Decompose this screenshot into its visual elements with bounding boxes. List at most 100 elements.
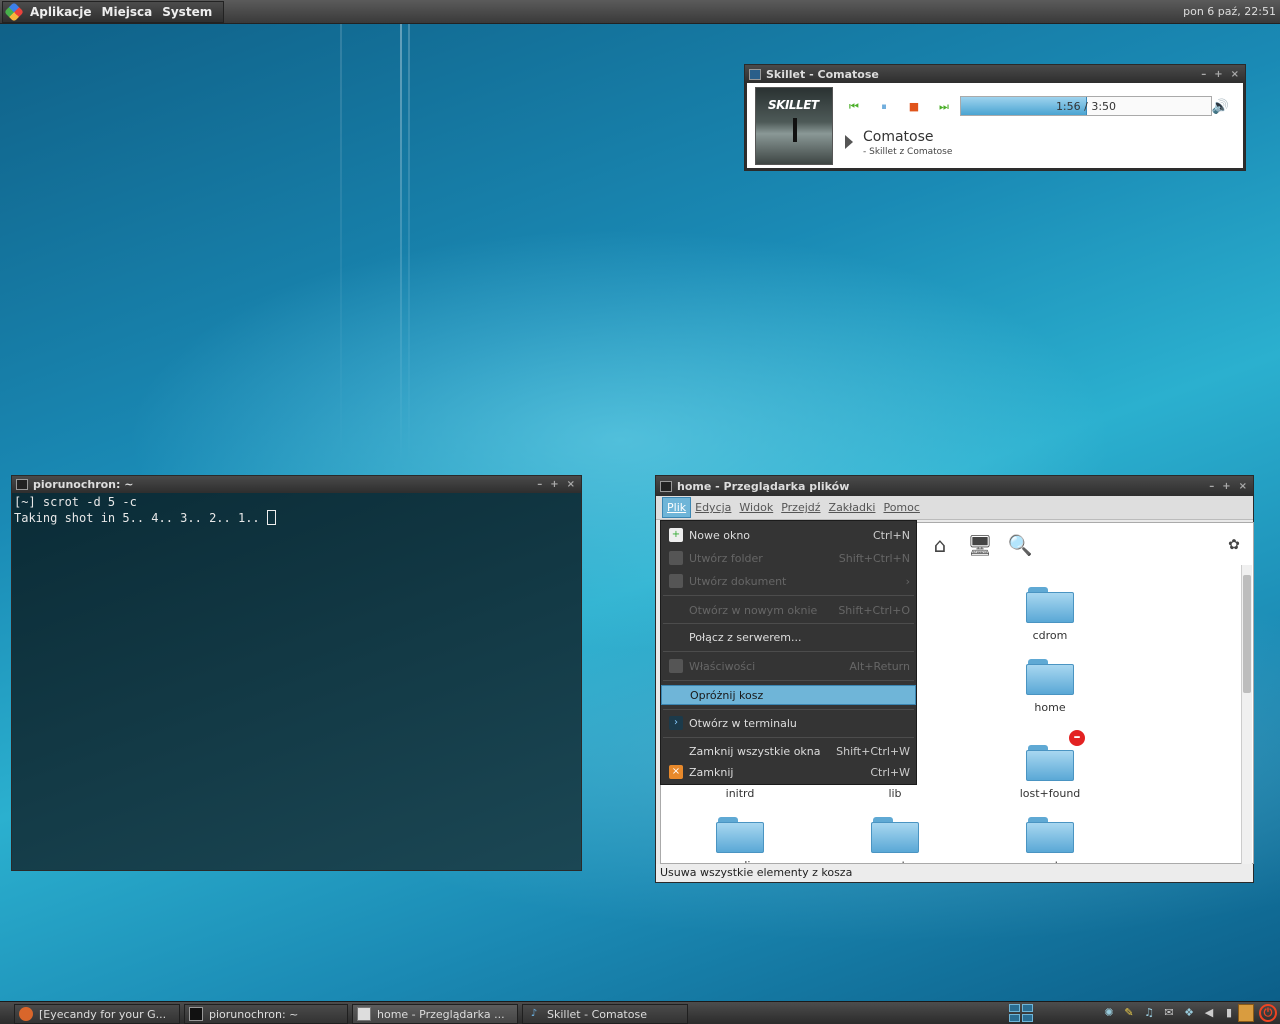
menu-bookmarks[interactable]: Zakładki (825, 498, 880, 517)
music-note-icon (749, 68, 761, 80)
seek-bar[interactable]: 1:56 / 3:50 (960, 96, 1212, 116)
folder-label: home (1034, 701, 1066, 714)
menu-places[interactable]: Miejsca (97, 5, 158, 19)
search-icon[interactable]: 🔍 (1007, 532, 1033, 558)
bottom-panel: [Eyecandy for your G... piorunochron: ~ … (0, 1001, 1280, 1024)
pause-icon[interactable]: ⏸ (877, 101, 891, 113)
menu-item-properties[interactable]: Właściwości Alt+Return (661, 656, 916, 676)
menu-go[interactable]: Przejdź (777, 498, 824, 517)
menu-item-open-terminal[interactable]: › Otwórz w terminalu (661, 713, 916, 733)
minimize-button[interactable]: – (1201, 69, 1206, 80)
fm-toolbar: ⌂ 🖥 🔍 ✿ (917, 527, 1253, 563)
power-icon[interactable]: ⏻ (1259, 1004, 1277, 1022)
music-tray-icon[interactable]: ♫ (1142, 1005, 1156, 1021)
close-button[interactable]: × (567, 479, 575, 490)
folder-icon (1026, 659, 1074, 695)
minimize-button[interactable]: – (537, 479, 542, 490)
folder-label: opt (1041, 859, 1059, 863)
terminal-window-title: piorunochron: ~ (33, 478, 134, 491)
mail-icon[interactable]: ✉ (1162, 1005, 1176, 1021)
document-new-icon (669, 574, 683, 588)
dropbox-icon[interactable]: ❖ (1182, 1005, 1196, 1021)
taskbar-button[interactable]: ♪ Skillet - Comatose (522, 1004, 688, 1024)
folder-label: lib (888, 787, 902, 800)
fm-titlebar[interactable]: home - Przeglądarka plików – + × (656, 476, 1253, 496)
taskbar-label: piorunochron: ~ (209, 1007, 299, 1021)
taskbar-label: Skillet - Comatose (547, 1007, 647, 1021)
maximize-button[interactable]: + (550, 479, 558, 490)
folder-item[interactable]: mnt (850, 817, 940, 863)
player-titlebar[interactable]: Skillet - Comatose – + × (745, 65, 1245, 83)
menu-item-label: Zamknij wszystkie okna (689, 744, 821, 758)
firefox-icon (19, 1007, 33, 1021)
menu-item-create-folder[interactable]: Utwórz folder Shift+Ctrl+N (661, 548, 916, 568)
terminal-titlebar[interactable]: piorunochron: ~ – + × (12, 476, 581, 493)
fm-scrollbar[interactable] (1241, 565, 1252, 865)
menu-item-open-new-window[interactable]: Otwórz w nowym oknie Shift+Ctrl+O (661, 600, 916, 620)
maximize-button[interactable]: + (1222, 481, 1230, 492)
volume-icon[interactable]: 🔊 (1212, 99, 1229, 115)
blank-icon (669, 630, 683, 644)
pager-column (1009, 1004, 1020, 1022)
clock[interactable]: pon 6 paź, 22:51 (1183, 5, 1276, 18)
taskbar-button[interactable]: home - Przeglądarka ... (352, 1004, 518, 1024)
taskbar-button[interactable]: piorunochron: ~ (184, 1004, 348, 1024)
player-window-title: Skillet - Comatose (766, 67, 879, 81)
close-button[interactable]: × (1239, 481, 1247, 492)
menu-item-new-window[interactable]: + Nowe okno Ctrl+N (661, 525, 916, 545)
no-entry-icon: – (1067, 728, 1087, 748)
menu-separator (663, 680, 914, 681)
folder-item[interactable]: home (1005, 659, 1095, 714)
folder-item[interactable]: opt (1005, 817, 1095, 863)
workspace-3[interactable] (1009, 1014, 1020, 1022)
next-icon[interactable]: ⏭ (937, 101, 951, 113)
menu-item-connect-server[interactable]: Połącz z serwerem... (661, 627, 916, 647)
seek-bar-time: 1:56 / 3:50 (1055, 100, 1117, 113)
terminal-window: piorunochron: ~ – + × [~] scrot -d 5 -c … (11, 475, 582, 871)
workspace-switcher[interactable] (1009, 1004, 1033, 1022)
folder-new-icon (669, 551, 683, 565)
settings-gear-icon[interactable]: ✺ (1102, 1005, 1116, 1021)
close-button[interactable]: × (1231, 69, 1239, 80)
menu-help[interactable]: Pomoc (879, 498, 923, 517)
play-triangle-icon[interactable] (845, 135, 853, 149)
stop-icon[interactable]: ■ (907, 101, 921, 113)
blank-icon (669, 603, 683, 617)
folder-item[interactable]: lost+found (1005, 745, 1095, 800)
fm-scrollbar-thumb[interactable] (1243, 575, 1251, 693)
distro-logo-icon[interactable] (3, 1, 25, 22)
workspace-4[interactable] (1022, 1014, 1033, 1022)
menu-item-label: Właściwości (689, 659, 756, 673)
submenu-arrow-icon: › (905, 574, 910, 588)
album-art: SKILLET (755, 87, 833, 165)
minimize-button[interactable]: – (1209, 481, 1214, 492)
menu-file[interactable]: Plik (662, 497, 692, 518)
workspace-1[interactable] (1009, 1004, 1020, 1012)
menu-system[interactable]: System (157, 5, 217, 19)
computer-icon[interactable]: 🖥 (967, 532, 993, 558)
album-art-logo: SKILLET (768, 98, 819, 112)
blank-icon (669, 744, 683, 758)
folder-item[interactable]: cdrom (1005, 587, 1095, 642)
menu-edit[interactable]: Edycja (691, 498, 735, 517)
menu-item-create-document[interactable]: Utwórz dokument › (661, 571, 916, 591)
previous-icon[interactable]: ⏮ (847, 101, 861, 113)
taskbar-label: [Eyecandy for your G... (39, 1007, 167, 1021)
maximize-button[interactable]: + (1214, 69, 1222, 80)
terminal-line: Taking shot in 5.. 4.. 3.. 2.. 1.. (14, 511, 267, 525)
terminal-output[interactable]: [~] scrot -d 5 -c Taking shot in 5.. 4..… (12, 493, 581, 528)
menu-item-close[interactable]: × Zamknij Ctrl+W (661, 762, 916, 782)
folder-item[interactable]: media (695, 817, 785, 863)
menu-item-empty-trash[interactable]: Opróżnij kosz (661, 685, 916, 705)
notes-icon[interactable]: ✎ (1122, 1005, 1136, 1021)
taskbar-button[interactable]: [Eyecandy for your G... (14, 1004, 180, 1024)
network-icon[interactable]: ▮ (1222, 1005, 1236, 1021)
workspace-2[interactable] (1022, 1004, 1033, 1012)
menu-view[interactable]: Widok (735, 498, 777, 517)
menu-applications[interactable]: Aplikacje (25, 5, 97, 19)
home-folder-icon[interactable] (1238, 1004, 1254, 1022)
home-icon[interactable]: ⌂ (927, 532, 953, 558)
menu-item-close-all[interactable]: Zamknij wszystkie okna Shift+Ctrl+W (661, 741, 916, 761)
top-panel: Aplikacje Miejsca System pon 6 paź, 22:5… (0, 0, 1280, 24)
volume-icon[interactable]: ◀ (1202, 1005, 1216, 1021)
